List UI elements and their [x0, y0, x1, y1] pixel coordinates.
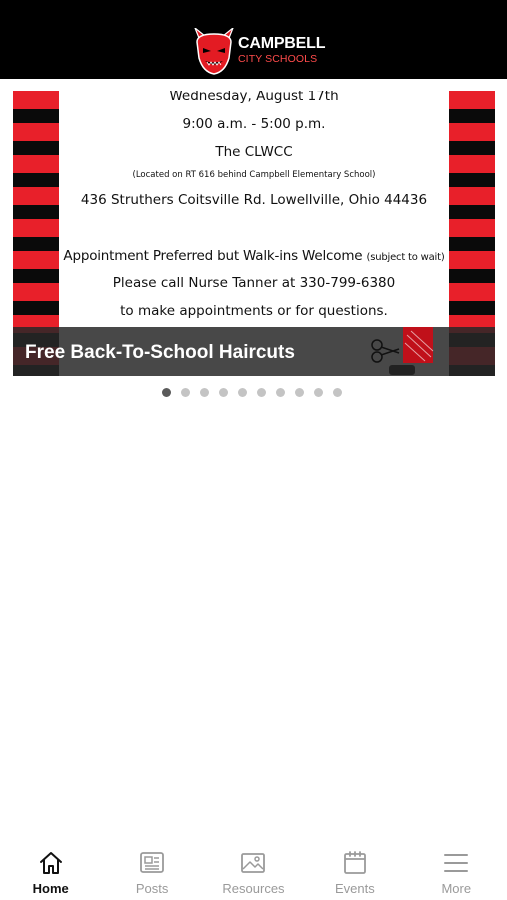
tab-posts[interactable]: Posts: [101, 840, 202, 900]
home-icon: [39, 852, 62, 874]
pagination-dot[interactable]: [333, 388, 342, 397]
tab-posts-label: Posts: [135, 881, 169, 896]
pagination-dot[interactable]: [200, 388, 209, 397]
slide-caption-bar[interactable]: Free Back-To-School Haircuts: [13, 327, 495, 376]
pagination-dot[interactable]: [295, 388, 304, 397]
tab-home[interactable]: Home: [0, 840, 101, 900]
tab-events[interactable]: Events: [304, 840, 405, 900]
flyer-appointment: Appointment Preferred but Walk-ins Welco…: [63, 248, 363, 264]
tab-more-label: More: [441, 881, 472, 896]
pagination-dot[interactable]: [276, 388, 285, 397]
app-header: CAMPBELL CITY SCHOOLS: [0, 0, 507, 79]
carousel-slide[interactable]: Wednesday, August 17th 9:00 a.m. - 5:00 …: [13, 91, 495, 376]
logo-wordmark: CAMPBELL CITY SCHOOLS: [238, 36, 325, 65]
flyer-place: The CLWCC: [215, 144, 293, 160]
flyer-questions: to make appointments or for questions.: [120, 303, 388, 319]
logo-title: CAMPBELL: [238, 35, 326, 52]
flyer-date: Wednesday, August 17th: [169, 91, 339, 104]
slide-caption: Free Back-To-School Haircuts: [25, 342, 295, 363]
newspaper-icon: [140, 852, 164, 873]
flyer-time: 9:00 a.m. - 5:00 p.m.: [182, 116, 326, 132]
pagination-dot[interactable]: [162, 388, 171, 397]
tab-resources-label: Resources: [222, 881, 285, 896]
carousel-pagination: [162, 388, 342, 398]
image-icon: [241, 853, 266, 873]
menu-icon: [444, 854, 469, 872]
flyer-location-note: (Located on RT 616 behind Campbell Eleme…: [132, 170, 376, 180]
flyer-address: 436 Struthers Coitsville Rd. Lowellville…: [80, 192, 428, 208]
flyer-appointment-line: Appointment Preferred but Walk-ins Welco…: [59, 248, 449, 264]
logo-subtitle: CITY SCHOOLS: [238, 53, 318, 65]
pagination-dot[interactable]: [257, 388, 266, 397]
tab-more[interactable]: More: [406, 840, 507, 900]
barber-tools-icon: [371, 327, 434, 375]
pagination-dot[interactable]: [314, 388, 323, 397]
pagination-dot[interactable]: [238, 388, 247, 397]
calendar-icon: [343, 851, 366, 874]
tab-home-label: Home: [32, 881, 69, 896]
tab-resources[interactable]: Resources: [203, 840, 304, 900]
pagination-dot[interactable]: [219, 388, 228, 397]
pagination-dot[interactable]: [181, 388, 190, 397]
school-logo[interactable]: CAMPBELL CITY SCHOOLS: [193, 22, 325, 78]
flyer-call: Please call Nurse Tanner at 330-799-6380: [112, 275, 396, 291]
bottom-tab-bar: Home Posts Resources Events More: [0, 840, 507, 900]
flyer-appointment-note: (subject to wait): [366, 252, 445, 263]
tab-events-label: Events: [334, 881, 375, 896]
red-devil-mascot-icon: [194, 28, 234, 75]
